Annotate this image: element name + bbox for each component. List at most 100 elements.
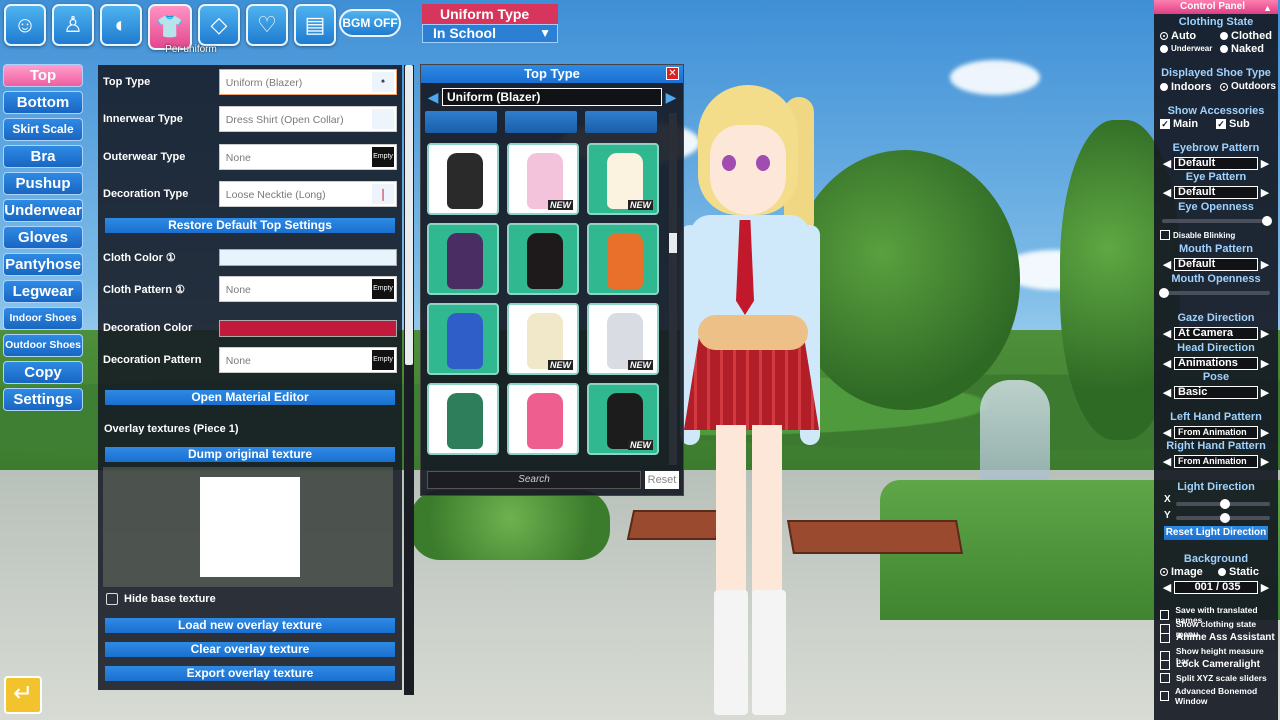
light-y-slider[interactable]	[1176, 513, 1270, 523]
settings-scrollbar[interactable]	[404, 65, 414, 695]
tile-white-frill-top[interactable]: NEW	[587, 143, 659, 215]
tile-orange-leotard[interactable]	[587, 223, 659, 295]
checkbox[interactable]	[1160, 659, 1170, 670]
grid-scrollbar[interactable]	[669, 113, 677, 465]
next-arrow-icon[interactable]: ▶	[1258, 386, 1272, 399]
menu-item-legwear[interactable]: Legwear	[3, 280, 83, 303]
radio[interactable]	[1220, 32, 1228, 40]
next-arrow-icon[interactable]: ▶	[1258, 157, 1272, 170]
accessories-main-checkbox[interactable]: ✓ Main	[1160, 118, 1198, 130]
checkbox-checked[interactable]: ✓	[1216, 119, 1226, 129]
menu-item-bra[interactable]: Bra	[3, 145, 83, 168]
body-icon[interactable]: ♙	[52, 4, 94, 46]
radio[interactable]	[1220, 45, 1228, 53]
menu-item-skirt-scale[interactable]: Skirt Scale	[3, 118, 83, 141]
next-arrow-icon[interactable]: ▶	[1258, 357, 1272, 370]
clothing-naked-radio[interactable]: Naked	[1220, 43, 1264, 55]
decoration-type-field[interactable]: Loose Necktie (Long) ❘	[218, 181, 397, 207]
dump-original-texture-button[interactable]: Dump original texture	[105, 447, 395, 462]
option-advanced-bonemod-window[interactable]: Advanced Bonemod Window	[1160, 686, 1278, 706]
tile-white-gold-top[interactable]: NEW	[507, 303, 579, 375]
load-overlay-texture-button[interactable]: Load new overlay texture	[105, 618, 395, 633]
close-icon[interactable]: ✕	[666, 67, 679, 80]
radio[interactable]	[1160, 83, 1168, 91]
collapse-icon[interactable]: ▲	[1263, 1, 1272, 15]
innerwear-field[interactable]: Dress Shirt (Open Collar)	[218, 106, 397, 132]
next-arrow-icon[interactable]: ▶	[1258, 186, 1272, 199]
tile-black-gold-coat[interactable]	[507, 223, 579, 295]
radio[interactable]	[1160, 44, 1168, 53]
tile-pink-hero-suit[interactable]	[507, 383, 579, 455]
search-input[interactable]: Search	[427, 471, 641, 489]
control-panel-header[interactable]: Control Panel ▲	[1154, 0, 1278, 14]
option-split-xyz-scale-sliders[interactable]: Split XYZ scale sliders	[1160, 672, 1267, 683]
accessories-sub-checkbox[interactable]: ✓ Sub	[1216, 118, 1250, 130]
thumbnail-partial[interactable]	[425, 111, 497, 133]
option-anime-ass-assistant[interactable]: Anime Ass Assistant	[1160, 632, 1275, 643]
previous-arrow-icon[interactable]: ◀	[1160, 581, 1174, 594]
menu-item-top[interactable]: Top	[3, 64, 83, 87]
hide-base-texture-checkbox[interactable]	[106, 593, 118, 605]
background-static-radio[interactable]: Static	[1218, 566, 1259, 578]
radio-selected[interactable]	[1160, 568, 1168, 576]
tile-purple-armor[interactable]	[427, 223, 499, 295]
previous-arrow-icon[interactable]: ◀	[424, 89, 442, 106]
clear-overlay-texture-button[interactable]: Clear overlay texture	[105, 642, 395, 657]
clothing-clothed-radio[interactable]: Clothed	[1220, 30, 1272, 42]
accessory-icon[interactable]: ◇	[198, 4, 240, 46]
clothing-underwear-radio[interactable]: Underwear	[1160, 44, 1212, 53]
checkbox-checked[interactable]: ✓	[1160, 119, 1170, 129]
menu-item-bottom[interactable]: Bottom	[3, 91, 83, 114]
cloth-pattern-field[interactable]: None Empty	[218, 276, 397, 302]
previous-arrow-icon[interactable]: ◀	[1160, 186, 1174, 199]
menu-item-copy[interactable]: Copy	[3, 361, 83, 384]
open-material-editor-button[interactable]: Open Material Editor	[105, 390, 395, 405]
checkbox[interactable]	[1160, 672, 1170, 683]
radio-selected[interactable]	[1160, 32, 1168, 40]
previous-arrow-icon[interactable]: ◀	[1160, 426, 1174, 439]
tile-green-dress[interactable]	[427, 383, 499, 455]
scrollbar-thumb[interactable]	[669, 233, 677, 253]
cloth-color-swatch[interactable]	[218, 248, 397, 266]
heart-icon[interactable]: ♡	[246, 4, 288, 46]
option-lock-cameralight[interactable]: Lock Cameralight	[1160, 659, 1260, 670]
menu-item-indoor-shoes[interactable]: Indoor Shoes	[3, 307, 83, 330]
menu-item-pantyhose[interactable]: Pantyhose	[3, 253, 83, 276]
slider-knob[interactable]	[1219, 499, 1230, 509]
thumbnail-partial[interactable]	[505, 111, 577, 133]
reset-light-direction-button[interactable]: Reset Light Direction	[1164, 526, 1268, 540]
next-arrow-icon[interactable]: ▶	[1258, 455, 1272, 468]
slider-knob[interactable]	[1159, 288, 1170, 298]
checkbox[interactable]	[1160, 691, 1170, 701]
outerwear-field[interactable]: None Empty	[218, 144, 397, 170]
next-arrow-icon[interactable]: ▶	[1258, 426, 1272, 439]
previous-arrow-icon[interactable]: ◀	[1160, 258, 1174, 271]
next-arrow-icon[interactable]: ▶	[1258, 581, 1272, 594]
thumbnail-partial[interactable]	[585, 111, 657, 133]
next-arrow-icon[interactable]: ▶	[1258, 327, 1272, 340]
restore-default-top-button[interactable]: Restore Default Top Settings	[105, 218, 395, 233]
shoe-indoors-radio[interactable]: Indoors	[1160, 81, 1211, 93]
slider-knob[interactable]	[1219, 513, 1230, 523]
decoration-color-swatch[interactable]	[218, 319, 397, 337]
menu-item-underwear[interactable]: Underwear	[3, 199, 83, 222]
menu-item-outdoor-shoes[interactable]: Outdoor Shoes	[3, 334, 83, 357]
mouth-openness-slider[interactable]	[1159, 288, 1270, 298]
eye-openness-slider[interactable]	[1162, 216, 1272, 226]
checkbox[interactable]	[1160, 632, 1170, 643]
next-arrow-icon[interactable]: ▶	[662, 89, 680, 106]
scrollbar-thumb[interactable]	[405, 65, 413, 365]
bgm-toggle-button[interactable]: BGM OFF	[339, 9, 401, 37]
tile-dark-harness[interactable]	[427, 143, 499, 215]
menu-item-gloves[interactable]: Gloves	[3, 226, 83, 249]
hide-base-texture-option[interactable]: Hide base texture	[106, 593, 216, 605]
radio[interactable]	[1218, 568, 1226, 576]
clothing-auto-radio[interactable]: Auto	[1160, 30, 1196, 42]
previous-arrow-icon[interactable]: ◀	[1160, 386, 1174, 399]
top-type-field[interactable]: Uniform (Blazer) ♠	[218, 69, 397, 95]
shoe-outdoors-radio[interactable]: Outdoors	[1220, 81, 1276, 92]
document-icon[interactable]: ▤	[294, 4, 336, 46]
tile-pink-ribbon-top[interactable]: NEW	[507, 143, 579, 215]
light-x-slider[interactable]	[1176, 499, 1270, 509]
tile-blue-suit[interactable]	[427, 303, 499, 375]
